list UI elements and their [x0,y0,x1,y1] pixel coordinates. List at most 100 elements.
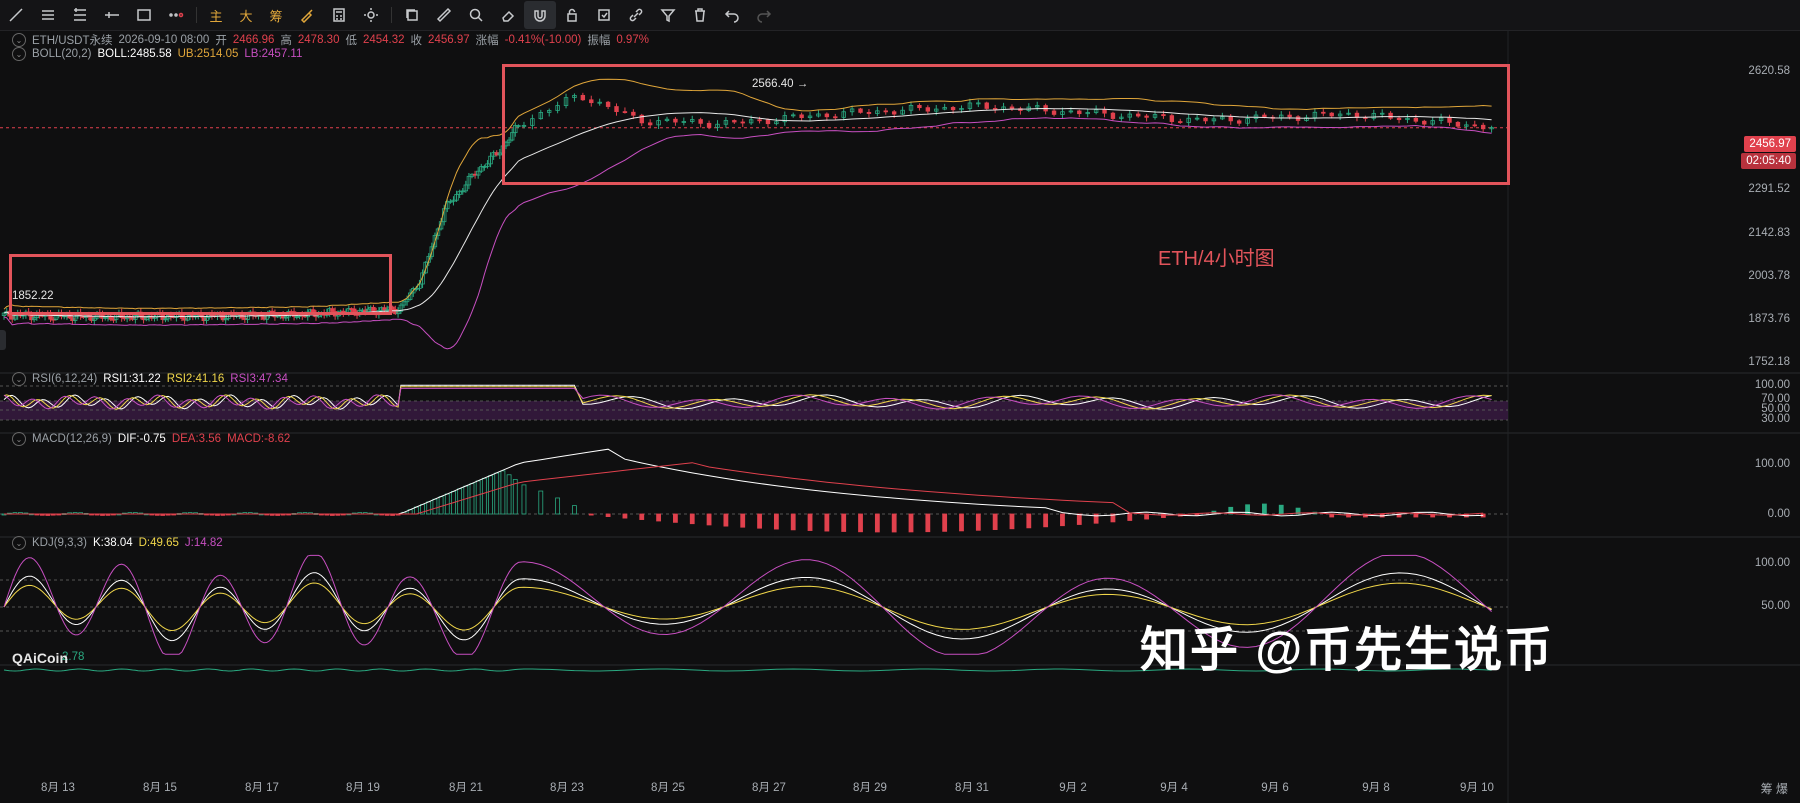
price-tick: 2291.52 [1748,183,1790,195]
rsi-tick: 30.00 [1761,413,1790,425]
macd-value: MACD:-8.62 [227,433,291,445]
countdown-tag: 02:05:40 [1741,153,1796,169]
brush-icon[interactable] [291,1,323,29]
main-legend: ⌄ ETH/USDT永续 2026-09-10 08:00 开 2466.96 高… [12,32,649,48]
change-value: -0.41%(-10.00) [504,34,582,46]
macd-name: MACD(12,26,9) [32,433,112,445]
price-tick: 1873.76 [1748,313,1790,325]
ruler-icon[interactable] [428,1,460,29]
macd-tick: 100.00 [1754,458,1790,470]
high-marker: 2566.40 → [752,78,809,90]
redo-icon[interactable] [748,1,780,29]
toolbar-separator [391,7,392,23]
price-tick: 2620.58 [1748,65,1790,77]
logo-text: AiCoin [22,650,68,666]
filter-icon[interactable] [652,1,684,29]
price-tick: 2142.83 [1748,227,1790,239]
chips-button[interactable]: 筹 [261,1,291,29]
amp-label: 振幅 [587,35,611,47]
x-axis-label: 8月 29 [853,782,887,794]
rsi3-value: RSI3:47.34 [230,373,288,385]
macd-legend: ⌄ MACD(12,26,9) DIF:-0.75 DEA:3.56 MACD:… [12,432,290,446]
collapse-icon[interactable]: ⌄ [12,536,26,550]
d-value: D:49.65 [138,537,179,549]
kdj-tick: 100.00 [1754,557,1790,569]
collapse-icon[interactable]: ⌄ [12,432,26,446]
collapse-icon[interactable]: ⌄ [12,47,26,61]
price-tick: 1752.18 [1748,356,1790,368]
screenshot-icon[interactable] [588,1,620,29]
magnet-icon[interactable] [524,1,556,29]
boll-ub: UB:2514.05 [177,48,239,60]
trash-icon[interactable] [684,1,716,29]
dea-value: DEA:3.56 [171,433,222,445]
high-label: 高 [280,35,292,47]
undo-icon[interactable] [716,1,748,29]
ray-icon[interactable] [96,1,128,29]
datetime-label: 2026-09-10 08:00 [118,34,210,46]
rsi-tick: 100.00 [1754,379,1790,391]
dots-icon[interactable] [160,1,192,29]
k-value: K:38.04 [92,537,133,549]
price-tick: 2003.78 [1748,270,1790,282]
drawing-toolbar: 主 大 筹 [0,0,1800,31]
low-marker: 1852.22 [12,290,54,302]
high-value: 2478.30 [297,34,340,46]
x-axis-label: 9月 6 [1261,782,1289,794]
low-label: 低 [345,35,357,47]
j-value: J:14.82 [184,537,223,549]
chart-overlay: ⌄ ETH/USDT永续 2026-09-10 08:00 开 2466.96 高… [0,30,1800,803]
rsi1-value: RSI1:31.22 [103,373,161,385]
x-axis-label: 8月 15 [143,782,177,794]
boll-value: BOLL:2485.58 [97,48,172,60]
watermark-text: 知乎 @币先生说币 [1140,624,1555,677]
x-axis-label: 8月 31 [955,782,989,794]
open-label: 开 [215,35,227,47]
x-axis-label: 8月 21 [449,782,483,794]
x-axis-label: 8月 23 [550,782,584,794]
x-axis-label: 9月 4 [1160,782,1188,794]
zoom-icon[interactable] [460,1,492,29]
close-label: 收 [410,35,423,47]
x-axis-label: 9月 2 [1059,782,1087,794]
x-axis-label: 8月 19 [346,782,380,794]
macd-tick: 0.00 [1767,508,1790,520]
eraser-icon[interactable] [492,1,524,29]
main-chart-button[interactable]: 主 [201,1,231,29]
kdj-name: KDJ(9,3,3) [32,537,87,549]
low-value: 2454.32 [362,34,405,46]
calculator-icon[interactable] [323,1,355,29]
parallel-lines-icon[interactable] [32,1,64,29]
x-axis-label: 8月 27 [752,782,786,794]
x-axis-label: 9月 10 [1460,782,1494,794]
rsi-legend: ⌄ RSI(6,12,24) RSI1:31.22 RSI2:41.16 RSI… [12,372,288,386]
rsi2-value: RSI2:41.16 [166,373,225,385]
settings-icon[interactable] [355,1,387,29]
sidebar-toggle[interactable] [0,330,6,350]
kdj-tick: 50.00 [1761,600,1790,612]
x-axis-label: 9月 8 [1362,782,1390,794]
x-axis-label: 8月 13 [41,782,75,794]
copy-icon[interactable] [396,1,428,29]
rectangle-icon[interactable] [128,1,160,29]
open-value: 2466.96 [232,34,275,46]
link-icon[interactable] [620,1,652,29]
aicoin-logo: QAiCoin [12,650,68,666]
large-order-button[interactable]: 大 [231,1,261,29]
dif-value: DIF:-0.75 [117,433,166,445]
boll-name: BOLL(20,2) [32,48,92,60]
boll-legend: ⌄ BOLL(20,2) BOLL:2485.58 UB:2514.05 LB:… [12,47,302,61]
x-axis-label: 8月 25 [651,782,685,794]
trend-line-icon[interactable] [0,1,32,29]
lock-icon[interactable] [556,1,588,29]
collapse-icon[interactable]: ⌄ [12,33,26,47]
consolidation-box-lower [9,254,392,315]
current-price-tag: 2456.97 [1744,136,1796,152]
symbol-label: ETH/USDT永续 [32,35,113,47]
horizontal-lines-icon[interactable] [64,1,96,29]
bottom-tools[interactable]: 筹 爆 [1761,780,1788,797]
timeframe-annotation: ETH/4小时图 [1158,248,1275,270]
collapse-icon[interactable]: ⌄ [12,372,26,386]
close-value: 2456.97 [428,34,470,46]
consolidation-box-upper [502,64,1510,185]
